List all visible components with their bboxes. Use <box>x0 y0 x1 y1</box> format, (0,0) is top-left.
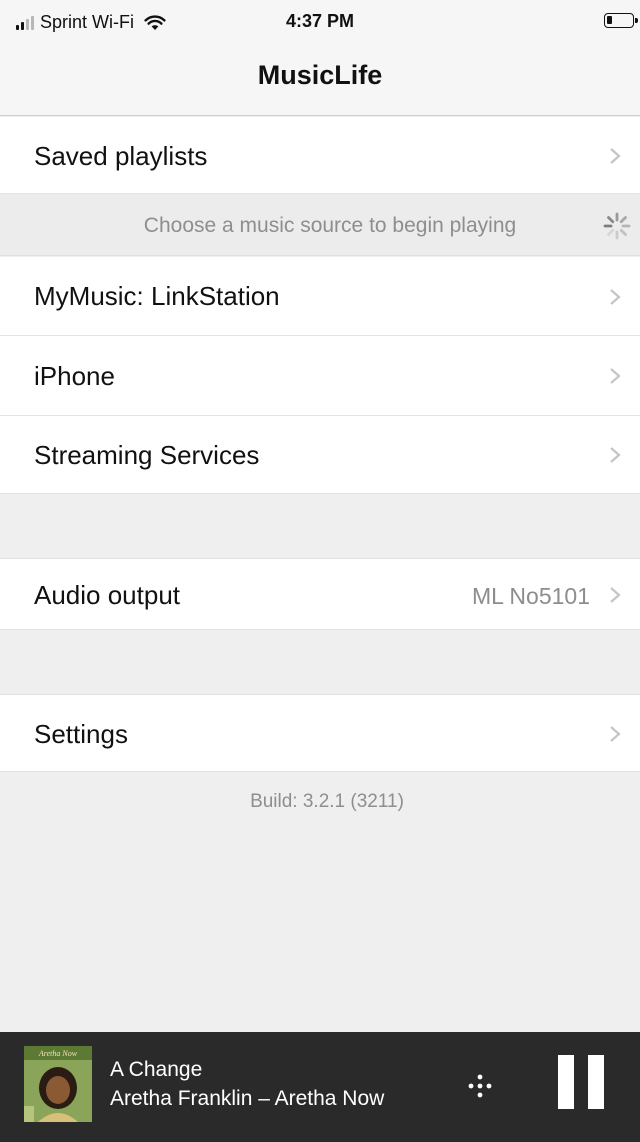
chevron-right-icon <box>610 587 621 603</box>
saved-playlists-label: Saved playlists <box>34 141 208 171</box>
pause-button[interactable] <box>556 1055 606 1109</box>
queue-dots-icon[interactable] <box>466 1072 494 1100</box>
source-label: iPhone <box>34 361 115 391</box>
chevron-right-icon <box>610 447 621 463</box>
chevron-right-icon <box>610 368 621 384</box>
album-art[interactable]: Aretha Now <box>24 1046 92 1122</box>
pause-icon <box>558 1055 574 1109</box>
now-playing-title: A Change <box>110 1058 203 1081</box>
now-playing-artist-album: Aretha Franklin – Aretha Now <box>110 1087 385 1110</box>
status-time: 4:37 PM <box>285 11 355 31</box>
status-bar: Sprint Wi-Fi 4:37 PM <box>0 0 640 44</box>
page-title: MusicLife <box>257 60 383 90</box>
source-label: Streaming Services <box>34 440 260 470</box>
chevron-right-icon <box>610 726 621 742</box>
audio-output-row[interactable]: Audio output ML No5101 <box>0 558 640 630</box>
activity-spinner-icon <box>603 212 631 240</box>
source-row-streaming-services[interactable]: Streaming Services <box>0 416 640 494</box>
now-playing-bar[interactable]: Aretha Now A Change Aretha Franklin – Ar… <box>0 1032 640 1142</box>
build-version: Build: 3.2.1 (3211) <box>250 791 404 812</box>
saved-playlists-row[interactable]: Saved playlists <box>0 117 640 194</box>
chevron-right-icon <box>610 148 621 164</box>
album-art-lettering: Aretha Now <box>38 1049 78 1058</box>
source-row-iphone[interactable]: iPhone <box>0 336 640 416</box>
battery-icon <box>604 13 638 28</box>
audio-output-label: Audio output <box>34 580 181 610</box>
navigation-bar: MusicLife <box>0 44 640 116</box>
pause-icon-bar <box>588 1055 604 1109</box>
hint-text: Choose a music source to begin playing <box>143 214 517 237</box>
audio-output-value: ML No5101 <box>471 583 590 609</box>
settings-row[interactable]: Settings <box>0 694 640 772</box>
source-row-mymusic-linkstation[interactable]: MyMusic: LinkStation <box>0 257 640 336</box>
music-source-hint: Choose a music source to begin playing <box>0 194 640 256</box>
settings-label: Settings <box>34 719 128 749</box>
source-label: MyMusic: LinkStation <box>34 281 280 311</box>
chevron-right-icon <box>610 289 621 305</box>
